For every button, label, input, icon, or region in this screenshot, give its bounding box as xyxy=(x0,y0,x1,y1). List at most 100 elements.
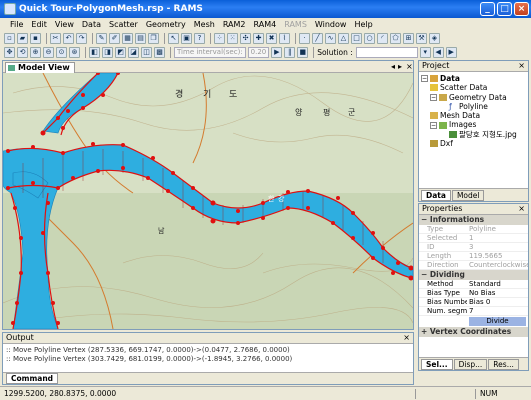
map-svg[interactable]: 경 기 도 양 평 군 남 한 강 xyxy=(3,73,413,329)
collapse-icon[interactable]: − xyxy=(430,93,437,101)
maximize-button[interactable]: □ xyxy=(497,2,512,16)
layer-icon[interactable]: ▤ xyxy=(135,32,146,44)
tab-model-view[interactable]: Model View xyxy=(5,62,75,73)
edit-icon[interactable]: ✐ xyxy=(109,32,120,44)
select-icon[interactable]: ↖ xyxy=(168,32,179,44)
tab-display[interactable]: Disp... xyxy=(453,358,488,370)
menu-edit[interactable]: Edit xyxy=(31,20,47,29)
triangle-icon[interactable]: △ xyxy=(338,32,349,44)
prop-row[interactable]: Bias Type No Bias xyxy=(419,289,528,298)
render-icon[interactable]: ▩ xyxy=(154,46,165,58)
copy-icon[interactable]: ❐ xyxy=(148,32,159,44)
play-icon[interactable]: ▶ xyxy=(271,46,283,58)
polyline-icon[interactable]: ⌇ xyxy=(279,32,290,44)
node-add-icon[interactable]: ✚ xyxy=(253,32,264,44)
chevron-down-icon[interactable]: ▾ xyxy=(419,46,431,58)
time-interval-field[interactable]: 0.20 xyxy=(247,46,270,58)
point-icon[interactable]: · xyxy=(299,32,310,44)
menu-file[interactable]: File xyxy=(10,20,23,29)
node-icon[interactable]: ✣ xyxy=(240,32,251,44)
menu-mesh[interactable]: Mesh xyxy=(194,20,215,29)
solution-select[interactable] xyxy=(355,46,418,58)
zoom-extent-icon[interactable]: ⊛ xyxy=(69,46,80,58)
tools-icon[interactable]: ⚒ xyxy=(416,32,427,44)
prop-row[interactable]: Num. segments7 xyxy=(419,307,528,316)
nav-left-icon[interactable]: ◂ xyxy=(391,61,395,72)
redo-icon[interactable]: ↷ xyxy=(76,32,87,44)
zoom-out-icon[interactable]: ⊖ xyxy=(43,46,54,58)
view-iso-icon[interactable]: ◪ xyxy=(128,46,139,58)
tab-command[interactable]: Command xyxy=(6,373,59,384)
curve-icon[interactable]: ∿ xyxy=(325,32,336,44)
save-icon[interactable]: ▪ xyxy=(30,32,41,44)
divide-button[interactable]: Divide xyxy=(469,317,526,326)
minimize-button[interactable]: _ xyxy=(480,2,495,16)
circle-icon[interactable]: ○ xyxy=(364,32,375,44)
menu-geometry[interactable]: Geometry xyxy=(146,20,186,29)
next-solution-icon[interactable]: ▶ xyxy=(445,46,457,58)
grid-icon[interactable]: ▦ xyxy=(122,32,133,44)
prop-value[interactable]: Bias 0 xyxy=(467,298,528,306)
prop-value[interactable]: 7 xyxy=(467,307,528,315)
menu-scatter[interactable]: Scatter xyxy=(109,20,138,29)
zoom-window-icon[interactable]: ⊙ xyxy=(56,46,67,58)
menu-view[interactable]: View xyxy=(55,20,74,29)
info-icon[interactable]: ? xyxy=(194,32,205,44)
tab-model[interactable]: Model xyxy=(451,189,485,201)
close-icon[interactable]: × xyxy=(518,61,525,71)
tree-item-polyline[interactable]: ƒ Polyline xyxy=(421,102,526,111)
view-3d-icon[interactable]: ◫ xyxy=(141,46,152,58)
section-dividing[interactable]: − Dividing xyxy=(419,270,528,280)
tree-item-scatter[interactable]: Scatter Data xyxy=(421,83,526,92)
cut-icon[interactable]: ✂ xyxy=(50,32,61,44)
arc-icon[interactable]: ◜ xyxy=(377,32,388,44)
nav-right-icon[interactable]: ▸ xyxy=(398,61,402,72)
menu-help[interactable]: Help xyxy=(354,20,372,29)
tree-item-image-file[interactable]: 팔당호 지형도.jpg xyxy=(421,130,526,139)
zoom-in-icon[interactable]: ⊕ xyxy=(30,46,41,58)
collapse-icon[interactable]: − xyxy=(421,270,430,279)
prop-row[interactable]: Method Standard xyxy=(419,280,528,289)
pause-icon[interactable]: ‖ xyxy=(284,46,296,58)
tree-item-data[interactable]: − Data xyxy=(421,74,526,83)
undo-icon[interactable]: ↶ xyxy=(63,32,74,44)
section-vertex-coordinates[interactable]: + Vertex Coordinates xyxy=(419,327,528,337)
close-button[interactable]: × xyxy=(514,2,529,16)
menu-ram2[interactable]: RAM2 xyxy=(223,20,246,29)
close-view-icon[interactable]: × xyxy=(406,61,413,72)
tab-selection[interactable]: Sel... xyxy=(421,358,453,370)
section-informations[interactable]: − Informations xyxy=(419,215,528,225)
square-icon[interactable]: □ xyxy=(351,32,362,44)
collapse-icon[interactable]: − xyxy=(421,215,430,224)
close-icon[interactable]: × xyxy=(518,204,525,214)
node-edit-icon[interactable]: ◈ xyxy=(429,32,440,44)
view-front-icon[interactable]: ◧ xyxy=(89,46,100,58)
image-icon[interactable]: ▣ xyxy=(181,32,192,44)
pan-icon[interactable]: ✥ xyxy=(4,46,15,58)
close-icon[interactable]: × xyxy=(403,333,410,343)
prop-value[interactable]: No Bias xyxy=(467,289,528,297)
polygon-icon[interactable]: ⬠ xyxy=(390,32,401,44)
tab-data[interactable]: Data xyxy=(421,189,451,201)
prop-value[interactable]: Standard xyxy=(467,280,528,288)
rotate-icon[interactable]: ⟲ xyxy=(17,46,28,58)
tree-item-mesh[interactable]: Mesh Data xyxy=(421,111,526,120)
node-delete-icon[interactable]: ✖ xyxy=(266,32,277,44)
map-canvas[interactable]: 경 기 도 양 평 군 남 한 강 xyxy=(3,73,413,329)
view-top-icon[interactable]: ◨ xyxy=(102,46,113,58)
menu-window[interactable]: Window xyxy=(315,20,347,29)
stop-icon[interactable]: ■ xyxy=(297,46,309,58)
menu-data[interactable]: Data xyxy=(82,20,101,29)
mesh-icon[interactable]: ⊞ xyxy=(403,32,414,44)
vertex-move-icon[interactable]: ⁙ xyxy=(227,32,238,44)
tree-item-geometry[interactable]: − Geometry Data xyxy=(421,93,526,102)
open-icon[interactable]: ▰ xyxy=(17,32,28,44)
new-icon[interactable]: ▫ xyxy=(4,32,15,44)
prev-solution-icon[interactable]: ◀ xyxy=(432,46,444,58)
pencil-icon[interactable]: ✎ xyxy=(96,32,107,44)
view-side-icon[interactable]: ◩ xyxy=(115,46,126,58)
tree-item-dxf[interactable]: Dxf xyxy=(421,139,526,148)
collapse-icon[interactable]: − xyxy=(421,75,428,83)
collapse-icon[interactable]: − xyxy=(430,121,437,129)
menu-ram4[interactable]: RAM4 xyxy=(254,20,277,29)
